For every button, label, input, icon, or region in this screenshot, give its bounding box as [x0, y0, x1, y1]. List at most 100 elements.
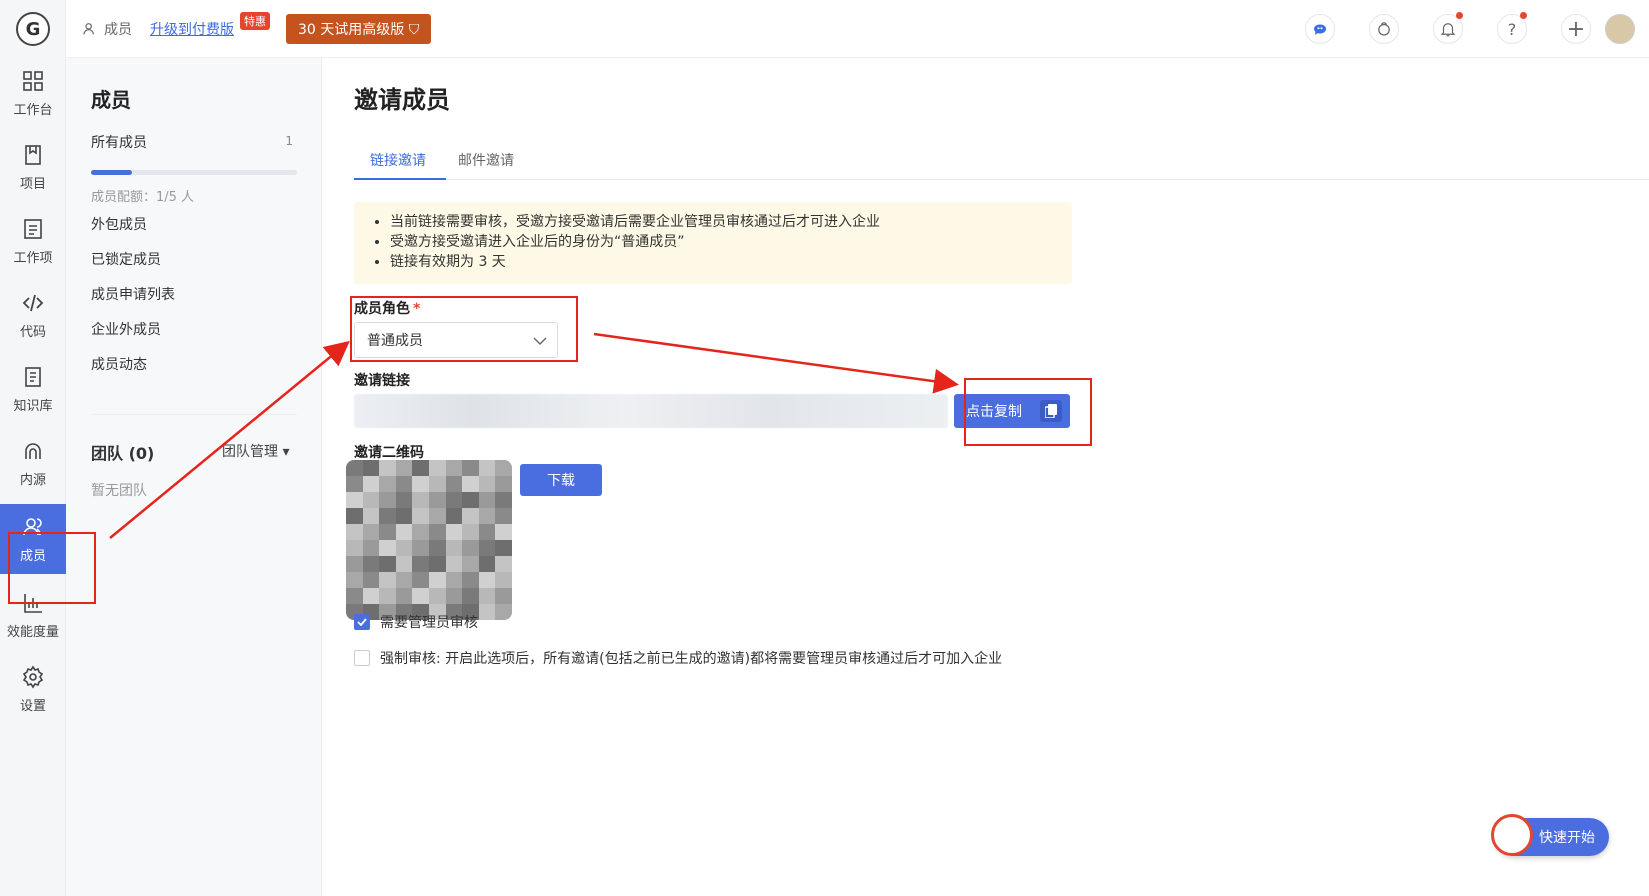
code-icon — [22, 294, 44, 311]
download-qr-button[interactable]: 下载 — [520, 464, 602, 496]
tab-email-invite[interactable]: 邮件邀请 — [458, 150, 514, 170]
qr-cell — [462, 524, 479, 540]
force-review-checkbox[interactable] — [354, 650, 370, 666]
qr-cell — [412, 540, 429, 556]
plus-icon[interactable]: + — [1561, 14, 1591, 44]
qr-cell — [346, 476, 363, 492]
rail-item-settings[interactable]: 设置 — [0, 654, 66, 724]
members-side-panel: 成员 所有成员 1 成员配额：1/5 人 外包成员 已锁定成员 成员申请列表 企… — [66, 58, 322, 896]
quota-progress-fill — [91, 170, 133, 175]
qr-cell — [495, 524, 512, 540]
qr-cell — [362, 524, 380, 540]
qr-cell — [462, 588, 479, 604]
qr-cell — [379, 508, 396, 524]
require-review-checkbox[interactable] — [354, 614, 370, 630]
team-title: 团队 (0) — [91, 444, 155, 463]
rail-label: 效能度量 — [6, 624, 59, 640]
qr-cell — [462, 460, 479, 476]
invite-link-label: 邀请链接 — [354, 373, 410, 389]
qr-cell — [412, 508, 429, 524]
qr-cell — [462, 540, 479, 556]
qr-cell — [395, 492, 413, 508]
app-logo[interactable]: G — [16, 12, 50, 46]
rail-item-task[interactable]: 工作项 — [0, 206, 66, 276]
page-title: 邀请成员 — [354, 86, 450, 114]
notice-item: 当前链接需要审核，受邀方接受邀请后需要企业管理员审核通过后才可进入企业 — [390, 212, 1072, 232]
invite-qr-code-image — [346, 460, 512, 620]
help-dot — [1520, 12, 1527, 19]
qr-cell — [362, 540, 380, 556]
rail-label: 代码 — [19, 324, 46, 340]
qr-cell — [429, 460, 446, 476]
team-manage-dropdown[interactable]: 团队管理 ▾ — [222, 441, 289, 461]
trial-premium-button[interactable]: 30 天试用高级版 ⛉ — [286, 14, 432, 44]
panel-link-external[interactable]: 企业外成员 — [91, 319, 161, 339]
qr-cell — [362, 556, 380, 572]
qr-cell — [478, 492, 496, 508]
rail-item-knowledge[interactable]: 知识库 — [0, 354, 66, 424]
qr-cell — [495, 460, 512, 476]
qr-cell — [478, 476, 496, 492]
panel-link-outsourced[interactable]: 外包成员 — [91, 214, 147, 234]
rail-item-inner-source[interactable]: 内源 — [0, 428, 66, 498]
qr-cell — [346, 572, 363, 588]
all-members-count: 1 — [285, 134, 293, 148]
left-rail: G 工作台 项目 工作项 代码 知识库 内源 成员 效能度量 设置 — [0, 0, 66, 896]
main-content: 邀请成员 链接邀请 邮件邀请 当前链接需要审核，受邀方接受邀请后需要企业管理员审… — [322, 58, 1649, 896]
qr-cell — [362, 492, 380, 508]
annotation-box-copy — [964, 378, 1092, 446]
panel-link-activity[interactable]: 成员动态 — [91, 354, 147, 374]
ai-assistant-icon[interactable] — [1305, 14, 1335, 44]
qr-cell — [462, 476, 479, 492]
qr-cell — [445, 508, 463, 524]
qr-cell — [395, 460, 413, 476]
require-review-label: 需要管理员审核 — [380, 615, 478, 631]
mascot-icon — [1491, 814, 1533, 856]
qr-cell — [495, 604, 512, 620]
qr-cell — [395, 476, 413, 492]
qr-cell — [429, 572, 446, 588]
quick-start-button[interactable]: 快速开始 — [1491, 814, 1609, 856]
qr-cell — [429, 524, 446, 540]
gear-icon — [22, 665, 44, 688]
rail-item-code[interactable]: 代码 — [0, 280, 66, 350]
rail-item-project[interactable]: 项目 — [0, 132, 66, 202]
qr-cell — [478, 572, 496, 588]
mascot-icon[interactable] — [1369, 14, 1399, 44]
breadcrumb: 成员 — [82, 19, 132, 39]
upgrade-link[interactable]: 升级到付费版 — [150, 19, 234, 39]
require-review-row[interactable]: 需要管理员审核 — [354, 612, 478, 632]
all-members-link[interactable]: 所有成员 — [91, 132, 147, 152]
notification-dot — [1456, 12, 1463, 19]
force-review-row[interactable]: 强制审核: 开启此选项后，所有邀请(包括之前已生成的邀请)都将需要管理员审核通过… — [354, 648, 1002, 668]
qr-cell — [495, 492, 512, 508]
tab-link-invite[interactable]: 链接邀请 — [370, 150, 426, 170]
qr-cell — [346, 460, 363, 476]
qr-cell — [495, 540, 512, 556]
top-bar: 成员 升级到付费版 特惠 30 天试用高级版 ⛉ ? + — [66, 0, 1649, 58]
qr-cell — [445, 588, 463, 604]
qr-cell — [429, 476, 446, 492]
quota-text: 成员配额：1/5 人 — [91, 190, 195, 205]
qr-cell — [478, 460, 496, 476]
invite-link-field[interactable] — [354, 394, 948, 428]
inner-source-icon — [25, 442, 41, 459]
qr-cell — [346, 588, 363, 604]
qr-cell — [478, 556, 496, 572]
panel-link-applications[interactable]: 成员申请列表 — [91, 284, 175, 304]
rail-item-workbench[interactable]: 工作台 — [0, 58, 66, 128]
qr-cell — [495, 508, 512, 524]
qr-cell — [395, 524, 413, 540]
notice-item: 受邀方接受邀请进入企业后的身份为“普通成员” — [390, 232, 1072, 252]
qr-cell — [362, 572, 380, 588]
invite-notice: 当前链接需要审核，受邀方接受邀请后需要企业管理员审核通过后才可进入企业 受邀方接… — [354, 202, 1072, 284]
breadcrumb-label: 成员 — [104, 22, 132, 38]
dashboard-icon — [23, 70, 43, 91]
qr-cell — [412, 492, 429, 508]
qr-cell — [445, 524, 463, 540]
qr-cell — [395, 572, 413, 588]
panel-link-locked[interactable]: 已锁定成员 — [91, 249, 161, 269]
user-avatar[interactable] — [1605, 14, 1635, 44]
active-tab-underline — [354, 178, 446, 180]
invite-tabs: 链接邀请 邮件邀请 — [354, 140, 1649, 180]
